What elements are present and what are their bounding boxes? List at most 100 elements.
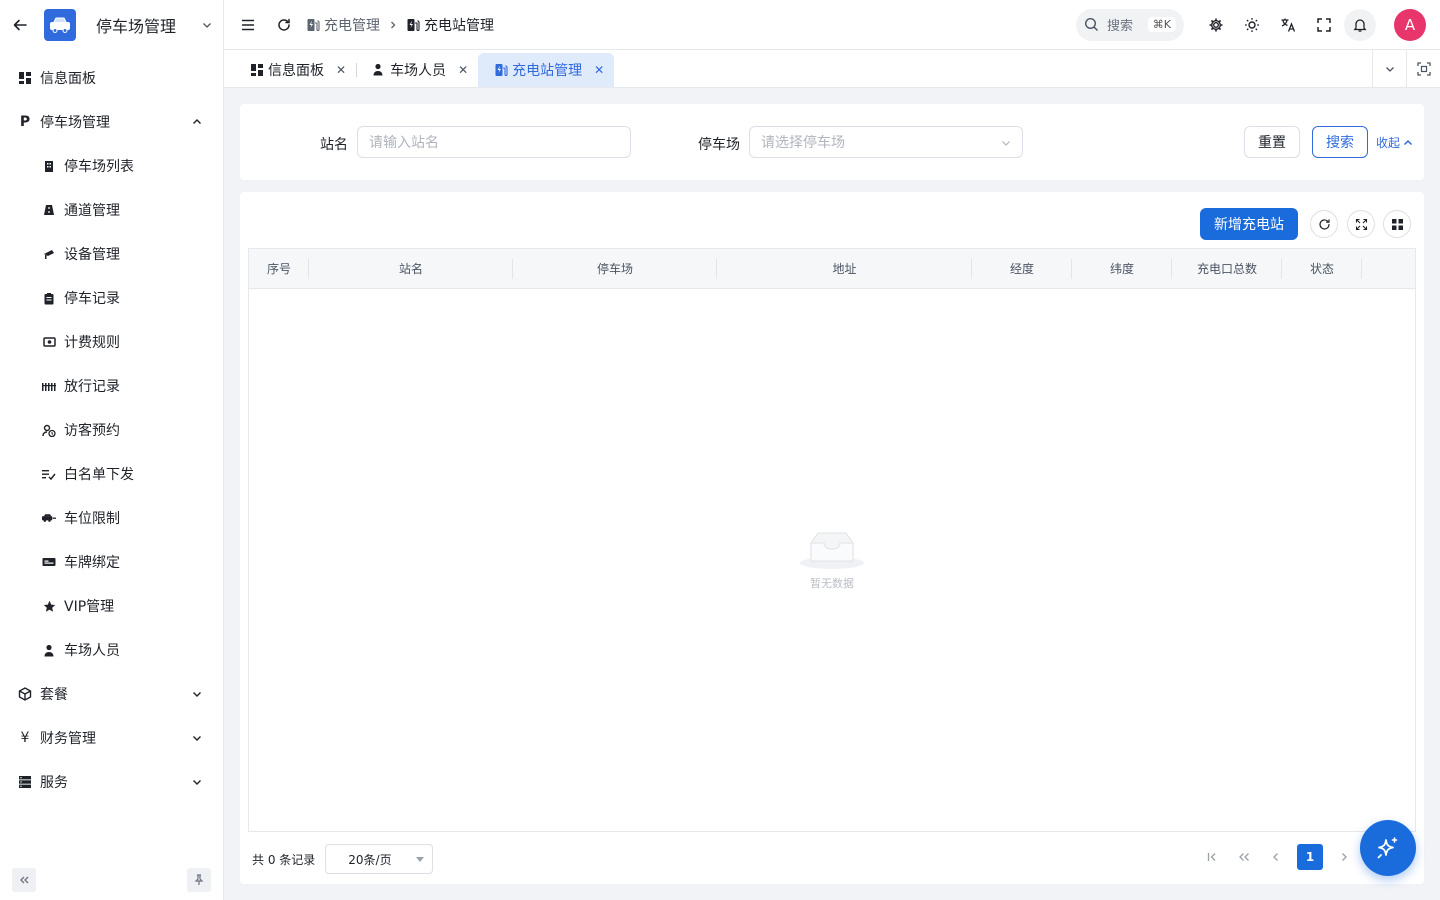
building-icon — [42, 159, 56, 173]
close-icon[interactable]: ✕ — [336, 63, 346, 77]
tab-bar-tools — [1372, 50, 1440, 88]
sidebar-item-label: 服务 — [40, 775, 68, 791]
back-arrow-icon[interactable] — [12, 17, 28, 33]
close-icon[interactable]: ✕ — [458, 63, 468, 77]
pagination-info: 共 0 条记录 20条/页 — [252, 844, 434, 874]
table-refresh-button[interactable] — [1310, 210, 1338, 238]
search-form: 站名 请输入站名 停车场 请选择停车场 重置 搜索 收起 — [240, 104, 1424, 180]
first-page-icon — [1207, 853, 1216, 861]
column-header-status: 状态 — [1282, 249, 1362, 288]
empty-state: 暂无数据 — [249, 529, 1415, 591]
tab-staff[interactable]: 车场人员 ✕ — [356, 53, 478, 87]
breadcrumb-separator-icon — [388, 20, 398, 30]
caret-down-icon — [416, 857, 425, 862]
tab-bar: 信息面板 ✕ 车场人员 ✕ 充电站管理 ✕ — [224, 50, 1440, 88]
sun-icon — [1245, 17, 1259, 32]
tab-label: 充电站管理 — [512, 63, 583, 79]
charging-icon — [494, 63, 508, 77]
translate-icon — [1281, 18, 1296, 32]
column-header-station-name: 站名 — [309, 249, 513, 288]
sidebar-item-parking-list[interactable]: 停车场列表 — [0, 144, 223, 188]
sidebar-item-lane-management[interactable]: 通道管理 — [0, 188, 223, 232]
sidebar-item-visitor-booking[interactable]: 访客预约 — [0, 408, 223, 452]
server-icon — [18, 775, 32, 789]
notifications-button[interactable] — [1344, 8, 1376, 41]
settings-button[interactable] — [1198, 7, 1234, 43]
search-label: 搜索 — [1107, 19, 1134, 34]
hamburger-icon — [242, 19, 254, 30]
global-search-button[interactable]: 搜索 ⌘K — [1076, 8, 1184, 41]
first-page-button[interactable] — [1196, 844, 1228, 870]
collapse-sidebar-button[interactable] — [12, 868, 36, 892]
sidebar-item-label: 计费规则 — [64, 335, 120, 351]
sidebar-item-packages[interactable]: 套餐 — [0, 672, 223, 716]
car-limit-icon — [42, 511, 56, 525]
parking-lot-select[interactable]: 请选择停车场 — [749, 126, 1023, 158]
column-header-latitude: 纬度 — [1072, 249, 1172, 288]
search-button[interactable]: 搜索 — [1312, 126, 1368, 158]
chevron-down-icon[interactable] — [201, 19, 213, 31]
sidebar-item-label: 停车场列表 — [64, 159, 134, 175]
close-icon[interactable]: ✕ — [594, 63, 604, 77]
empty-text: 暂无数据 — [810, 577, 854, 590]
theme-toggle-button[interactable] — [1234, 7, 1270, 43]
prev-page-button[interactable] — [1260, 844, 1292, 870]
sidebar-item-label: VIP管理 — [64, 599, 115, 615]
station-name-input[interactable]: 请输入站名 — [357, 126, 631, 158]
fullscreen-icon — [1317, 17, 1331, 32]
avatar[interactable]: A — [1394, 8, 1426, 41]
sidebar-item-label: 白名单下发 — [64, 467, 134, 483]
table-fullscreen-button[interactable] — [1347, 210, 1375, 238]
sidebar-item-space-limit[interactable]: 车位限制 — [0, 496, 223, 540]
sidebar-item-parking-management[interactable]: P 停车场管理 — [0, 100, 223, 144]
empty-inbox-icon — [800, 532, 864, 569]
tab-charging-station-management[interactable]: 充电站管理 ✕ — [478, 53, 615, 87]
sidebar-footer — [12, 868, 211, 892]
sidebar-item-parking-records[interactable]: 停车记录 — [0, 276, 223, 320]
breadcrumb-item[interactable]: 充电管理 — [306, 15, 380, 35]
dashboard-icon — [18, 71, 32, 85]
ai-assistant-button[interactable] — [1360, 820, 1416, 876]
sidebar-item-billing-rules[interactable]: 计费规则 — [0, 320, 223, 364]
search-icon — [1084, 17, 1098, 31]
tab-dashboard[interactable]: 信息面板 ✕ — [234, 53, 358, 87]
pin-sidebar-button[interactable] — [187, 868, 211, 892]
reset-button[interactable]: 重置 — [1244, 126, 1300, 158]
person-icon — [372, 63, 386, 77]
sidebar-item-services[interactable]: 服务 — [0, 760, 223, 804]
package-icon — [18, 687, 32, 701]
column-settings-button[interactable] — [1383, 210, 1411, 238]
chevron-down-icon — [191, 688, 203, 700]
next-page-button[interactable] — [1328, 844, 1360, 870]
collapse-filter-button[interactable]: 收起 — [1376, 134, 1414, 151]
sidebar-item-release-records[interactable]: 放行记录 — [0, 364, 223, 408]
shortcut-badge: ⌘K — [1147, 17, 1176, 32]
breadcrumb: 充电管理 充电站管理 — [306, 15, 494, 35]
language-button[interactable] — [1270, 7, 1306, 43]
data-table: 序号 站名 停车场 地址 经度 纬度 充电口总数 状态 暂无数据 — [248, 248, 1416, 832]
sidebar-item-whitelist[interactable]: 白名单下发 — [0, 452, 223, 496]
refresh-icon — [1318, 218, 1330, 230]
sidebar-item-finance[interactable]: ¥ 财务管理 — [0, 716, 223, 760]
page-size-select[interactable]: 20条/页 — [325, 844, 434, 874]
sidebar-item-staff[interactable]: 车场人员 — [0, 628, 223, 672]
plate-icon — [42, 555, 56, 569]
star-icon — [42, 599, 56, 613]
sidebar-item-vip-management[interactable]: VIP管理 — [0, 584, 223, 628]
sidebar-item-plate-binding[interactable]: 车牌绑定 — [0, 540, 223, 584]
tab-list-dropdown-button[interactable] — [1372, 50, 1406, 88]
refresh-icon — [278, 18, 290, 31]
sidebar-item-label: 通道管理 — [64, 203, 120, 219]
double-chevron-left-icon — [20, 876, 29, 884]
maximize-content-button[interactable] — [1406, 50, 1440, 88]
sidebar-item-label: 车场人员 — [64, 643, 120, 659]
tab-label: 信息面板 — [268, 63, 324, 79]
refresh-button[interactable] — [266, 7, 302, 43]
page-number-current[interactable]: 1 — [1297, 844, 1323, 870]
sidebar-item-dashboard[interactable]: 信息面板 — [0, 56, 223, 100]
menu-toggle-button[interactable] — [230, 7, 266, 43]
add-charging-station-button[interactable]: 新增充电站 — [1200, 208, 1298, 240]
fullscreen-button[interactable] — [1306, 7, 1342, 43]
sidebar-item-device-management[interactable]: 设备管理 — [0, 232, 223, 276]
fast-backward-button[interactable] — [1228, 844, 1260, 870]
